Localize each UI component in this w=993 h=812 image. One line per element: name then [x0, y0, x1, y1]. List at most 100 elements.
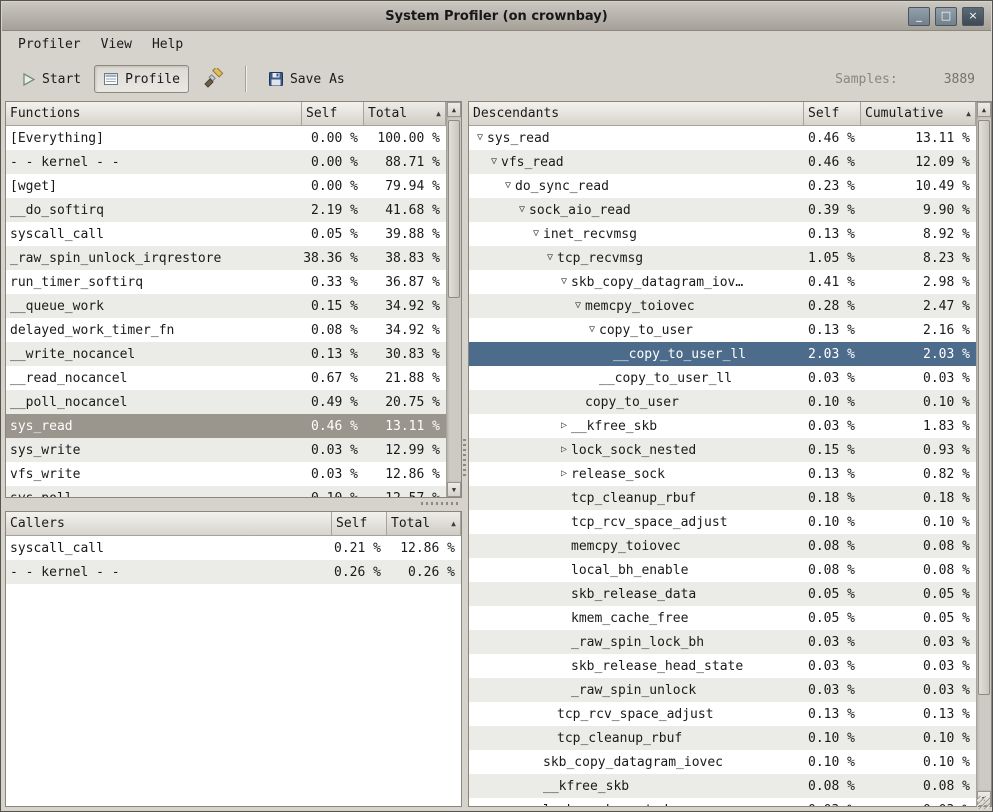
function-row[interactable]: __write_nocancel0.13 %30.83 %: [6, 342, 446, 366]
profile-toggle-button[interactable]: Profile: [94, 65, 189, 93]
descendants-scrollbar-thumb[interactable]: [978, 120, 990, 695]
descendants-scrollbar-trough[interactable]: [977, 117, 991, 791]
minimize-button[interactable]: _: [908, 7, 930, 26]
descendants-column-header[interactable]: Descendants: [469, 102, 804, 126]
collapsed-expander-icon[interactable]: ▷: [557, 414, 571, 438]
maximize-button[interactable]: □: [935, 7, 957, 26]
descendant-row[interactable]: tcp_rcv_space_adjust0.13 %0.13 %: [469, 702, 976, 726]
function-row[interactable]: run_timer_softirq0.33 %36.87 %: [6, 270, 446, 294]
function-row[interactable]: vfs_write0.03 %12.86 %: [6, 462, 446, 486]
descendant-row[interactable]: ▷__kfree_skb0.03 %1.83 %: [469, 414, 976, 438]
descendant-row-self: 0.46 %: [804, 126, 861, 150]
caller-row[interactable]: - - kernel - -0.26 %0.26 %: [6, 560, 461, 584]
functions-self-column-header[interactable]: Self: [302, 102, 364, 126]
descendant-row[interactable]: ▷release_sock0.13 %0.82 %: [469, 462, 976, 486]
descendant-row-label: __copy_to_user_ll: [599, 371, 732, 386]
function-row[interactable]: delayed_work_timer_fn0.08 %34.92 %: [6, 318, 446, 342]
function-row[interactable]: [Everything]0.00 %100.00 %: [6, 126, 446, 150]
function-row-self: 0.10 %: [302, 486, 364, 497]
descendant-row[interactable]: _raw_spin_unlock0.03 %0.03 %: [469, 678, 976, 702]
window-resize-grip[interactable]: [977, 796, 990, 809]
function-row[interactable]: sys_write0.03 %12.99 %: [6, 438, 446, 462]
descendants-cumulative-column-header[interactable]: Cumulative ▲: [861, 102, 976, 126]
descendant-row[interactable]: memcpy_toiovec0.08 %0.08 %: [469, 534, 976, 558]
close-button[interactable]: ×: [962, 7, 984, 26]
expanded-expander-icon[interactable]: ▽: [543, 246, 557, 270]
function-row-name: vfs_write: [6, 462, 302, 486]
function-row[interactable]: __do_softirq2.19 %41.68 %: [6, 198, 446, 222]
expanded-expander-icon[interactable]: ▽: [487, 150, 501, 174]
function-row[interactable]: - - kernel - -0.00 %88.71 %: [6, 150, 446, 174]
descendant-row[interactable]: tcp_rcv_space_adjust0.10 %0.10 %: [469, 510, 976, 534]
function-row[interactable]: __queue_work0.15 %34.92 %: [6, 294, 446, 318]
expanded-expander-icon[interactable]: ▽: [515, 198, 529, 222]
descendant-row[interactable]: _raw_spin_lock_bh0.03 %0.03 %: [469, 630, 976, 654]
descendant-row[interactable]: ▽sys_read0.46 %13.11 %: [469, 126, 976, 150]
descendants-scrollbar[interactable]: ▲ ▼: [976, 102, 991, 806]
descendant-row-name: __copy_to_user_ll: [469, 342, 804, 366]
expanded-expander-icon[interactable]: ▽: [501, 174, 515, 198]
descendant-row[interactable]: skb_release_data0.05 %0.05 %: [469, 582, 976, 606]
pane-divider-horizontal[interactable]: [421, 502, 459, 505]
descendant-row[interactable]: ▽vfs_read0.46 %12.09 %: [469, 150, 976, 174]
caller-row-name: syscall_call: [6, 536, 332, 560]
expanded-expander-icon[interactable]: ▽: [571, 294, 585, 318]
descendant-row-cumulative: 0.05 %: [861, 582, 976, 606]
descendant-row-name: tcp_cleanup_rbuf: [469, 486, 804, 510]
pane-divider-vertical[interactable]: [463, 439, 466, 479]
descendant-row[interactable]: ▽sock_aio_read0.39 %9.90 %: [469, 198, 976, 222]
descendant-row[interactable]: ▽inet_recvmsg0.13 %8.92 %: [469, 222, 976, 246]
scroll-up-icon[interactable]: ▲: [447, 102, 461, 117]
function-row[interactable]: __read_nocancel0.67 %21.88 %: [6, 366, 446, 390]
descendant-row[interactable]: __kfree_skb0.08 %0.08 %: [469, 774, 976, 798]
expanded-expander-icon[interactable]: ▽: [585, 318, 599, 342]
titlebar[interactable]: System Profiler (on crownbay) _ □ ×: [2, 2, 991, 31]
collapsed-expander-icon[interactable]: ▷: [557, 438, 571, 462]
functions-scrollbar-thumb[interactable]: [448, 120, 460, 298]
functions-scrollbar-trough[interactable]: [447, 117, 461, 482]
function-row[interactable]: _raw_spin_unlock_irqrestore38.36 %38.83 …: [6, 246, 446, 270]
descendant-row[interactable]: __copy_to_user_ll2.03 %2.03 %: [469, 342, 976, 366]
function-row[interactable]: sys_poll0.10 %12.57 %: [6, 486, 446, 497]
callers-column-header[interactable]: Callers: [6, 512, 332, 536]
descendant-row[interactable]: __copy_to_user_ll0.03 %0.03 %: [469, 366, 976, 390]
expanded-expander-icon[interactable]: ▽: [557, 270, 571, 294]
expanded-expander-icon[interactable]: ▽: [473, 126, 487, 150]
collapsed-expander-icon[interactable]: ▷: [557, 462, 571, 486]
menu-help[interactable]: Help: [142, 33, 193, 56]
descendant-row[interactable]: lock_sock_nested0.03 %0.03 %: [469, 798, 976, 806]
descendant-row[interactable]: kmem_cache_free0.05 %0.05 %: [469, 606, 976, 630]
descendants-self-column-header[interactable]: Self: [804, 102, 861, 126]
reset-button[interactable]: [193, 62, 233, 96]
descendant-row[interactable]: ▽skb_copy_datagram_iov…0.41 %2.98 %: [469, 270, 976, 294]
descendant-row[interactable]: ▽do_sync_read0.23 %10.49 %: [469, 174, 976, 198]
callers-self-column-header[interactable]: Self: [332, 512, 387, 536]
callers-total-column-header[interactable]: Total ▲: [387, 512, 461, 536]
save-as-button[interactable]: Save As: [259, 65, 354, 93]
descendant-row[interactable]: tcp_cleanup_rbuf0.10 %0.10 %: [469, 726, 976, 750]
function-row[interactable]: syscall_call0.05 %39.88 %: [6, 222, 446, 246]
descendant-row[interactable]: local_bh_enable0.08 %0.08 %: [469, 558, 976, 582]
function-row[interactable]: [wget]0.00 %79.94 %: [6, 174, 446, 198]
menu-view[interactable]: View: [91, 33, 142, 56]
descendant-row[interactable]: ▽copy_to_user0.13 %2.16 %: [469, 318, 976, 342]
functions-column-header[interactable]: Functions: [6, 102, 302, 126]
start-button[interactable]: Start: [12, 66, 90, 93]
descendant-row[interactable]: ▽memcpy_toiovec0.28 %2.47 %: [469, 294, 976, 318]
functions-scrollbar[interactable]: ▲ ▼: [446, 102, 461, 497]
expanded-expander-icon[interactable]: ▽: [529, 222, 543, 246]
descendant-row[interactable]: copy_to_user0.10 %0.10 %: [469, 390, 976, 414]
descendant-row[interactable]: tcp_cleanup_rbuf0.18 %0.18 %: [469, 486, 976, 510]
descendant-row[interactable]: ▷lock_sock_nested0.15 %0.93 %: [469, 438, 976, 462]
scroll-up-icon[interactable]: ▲: [977, 102, 991, 117]
descendant-row[interactable]: skb_release_head_state0.03 %0.03 %: [469, 654, 976, 678]
functions-total-column-header[interactable]: Total ▲: [364, 102, 446, 126]
menu-profiler[interactable]: Profiler: [8, 33, 91, 56]
function-row[interactable]: __poll_nocancel0.49 %20.75 %: [6, 390, 446, 414]
scroll-down-icon[interactable]: ▼: [447, 482, 461, 497]
descendant-row-label: __kfree_skb: [571, 419, 657, 434]
descendant-row[interactable]: ▽tcp_recvmsg1.05 %8.23 %: [469, 246, 976, 270]
caller-row[interactable]: syscall_call0.21 %12.86 %: [6, 536, 461, 560]
function-row[interactable]: sys_read0.46 %13.11 %: [6, 414, 446, 438]
descendant-row[interactable]: skb_copy_datagram_iovec0.10 %0.10 %: [469, 750, 976, 774]
